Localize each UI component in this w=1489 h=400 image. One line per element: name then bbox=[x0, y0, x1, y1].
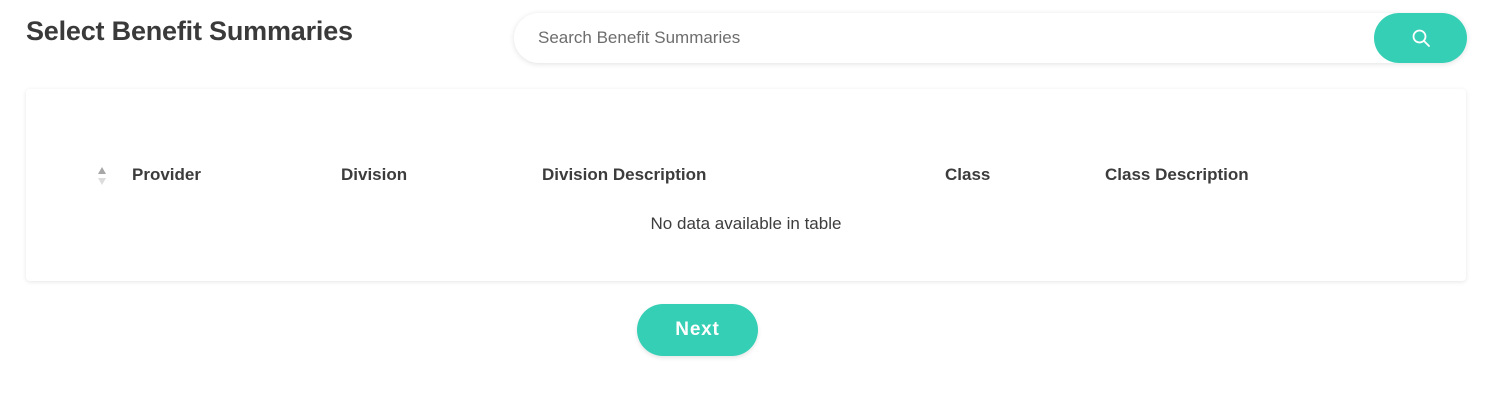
next-button[interactable]: Next bbox=[637, 304, 758, 356]
column-header-class[interactable]: Class bbox=[945, 165, 990, 185]
column-header-division-description[interactable]: Division Description bbox=[542, 165, 706, 185]
empty-table-message: No data available in table bbox=[650, 214, 842, 233]
search-icon bbox=[1412, 29, 1430, 47]
sort-icon[interactable] bbox=[96, 165, 108, 187]
column-header-provider[interactable]: Provider bbox=[132, 165, 201, 185]
page-title: Select Benefit Summaries bbox=[26, 16, 353, 46]
column-header-class-description[interactable]: Class Description bbox=[1105, 165, 1249, 185]
search-bar bbox=[514, 13, 1467, 63]
search-input[interactable] bbox=[514, 13, 1374, 63]
search-button[interactable] bbox=[1374, 13, 1467, 63]
column-header-division[interactable]: Division bbox=[341, 165, 407, 185]
benefit-summaries-table: Provider Division Division Description C… bbox=[26, 89, 1466, 281]
